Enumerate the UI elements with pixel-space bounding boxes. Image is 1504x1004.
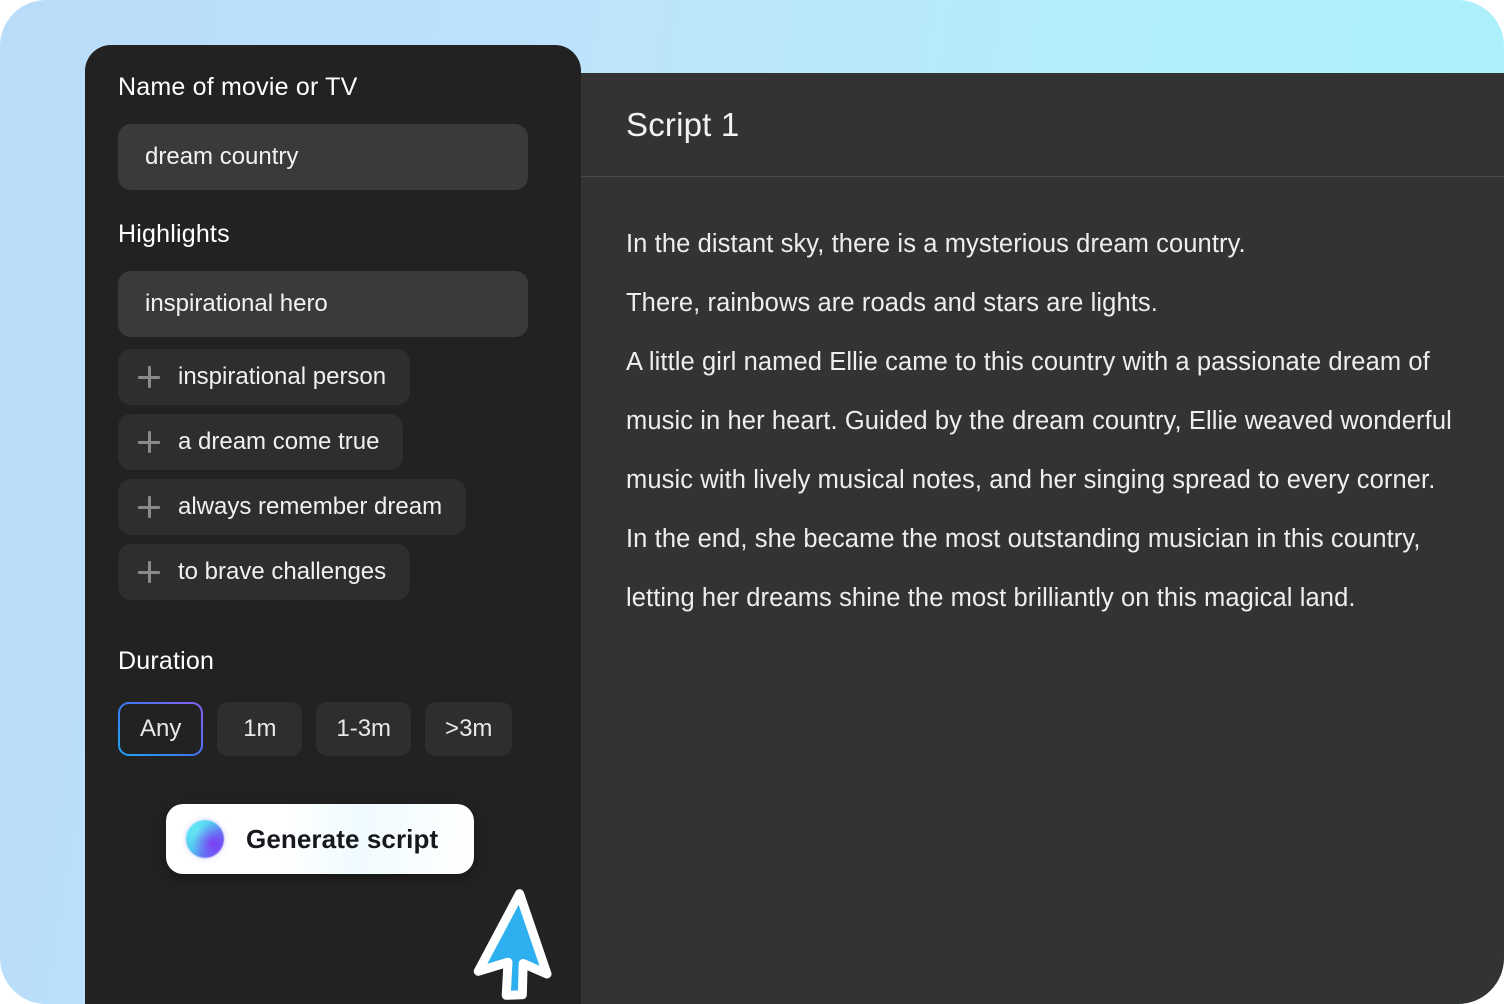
duration-option-over-3m[interactable]: >3m <box>425 702 513 756</box>
plus-icon <box>138 496 160 518</box>
script-body: In the distant sky, there is a mysteriou… <box>581 177 1504 628</box>
duration-field-label: Duration <box>118 647 215 675</box>
duration-option-any[interactable]: Any <box>118 702 203 756</box>
duration-option-1m[interactable]: 1m <box>217 702 303 756</box>
duration-option-1-3m[interactable]: 1-3m <box>316 702 412 756</box>
ai-orb-icon <box>186 820 224 858</box>
chip-label: inspirational person <box>178 363 387 390</box>
plus-icon <box>138 561 160 583</box>
highlights-field-label: Highlights <box>118 220 230 248</box>
script-panel: Script 1 In the distant sky, there is a … <box>581 73 1504 1004</box>
script-text: In the distant sky, there is a mysteriou… <box>626 230 1452 612</box>
duration-options: Any 1m 1-3m >3m <box>118 702 548 756</box>
highlight-suggestion-chip[interactable]: inspirational person <box>118 349 411 405</box>
chip-label: always remember dream <box>178 493 443 520</box>
chip-label: a dream come true <box>178 428 380 455</box>
plus-icon <box>138 366 160 388</box>
chip-label: to brave challenges <box>178 558 387 585</box>
highlight-suggestion-chip[interactable]: always remember dream <box>118 479 467 535</box>
name-field-label: Name of movie or TV <box>118 73 358 101</box>
app-root: Script 1 In the distant sky, there is a … <box>0 0 1504 1004</box>
highlight-suggestion-chip[interactable]: to brave challenges <box>118 544 411 600</box>
script-panel-header: Script 1 <box>581 73 1504 177</box>
plus-icon <box>138 431 160 453</box>
script-title: Script 1 <box>626 106 740 143</box>
highlight-suggestion-list: inspirational person a dream come true a… <box>118 349 548 609</box>
generate-button-wrap: Generate script <box>166 804 548 874</box>
highlights-input[interactable]: inspirational hero <box>118 271 528 337</box>
highlight-suggestion-chip[interactable]: a dream come true <box>118 414 404 470</box>
name-input[interactable]: dream country <box>118 124 528 190</box>
generate-script-button[interactable]: Generate script <box>166 804 475 874</box>
generate-script-label: Generate script <box>246 823 439 854</box>
form-panel: Name of movie or TV dream country Highli… <box>85 45 581 1004</box>
